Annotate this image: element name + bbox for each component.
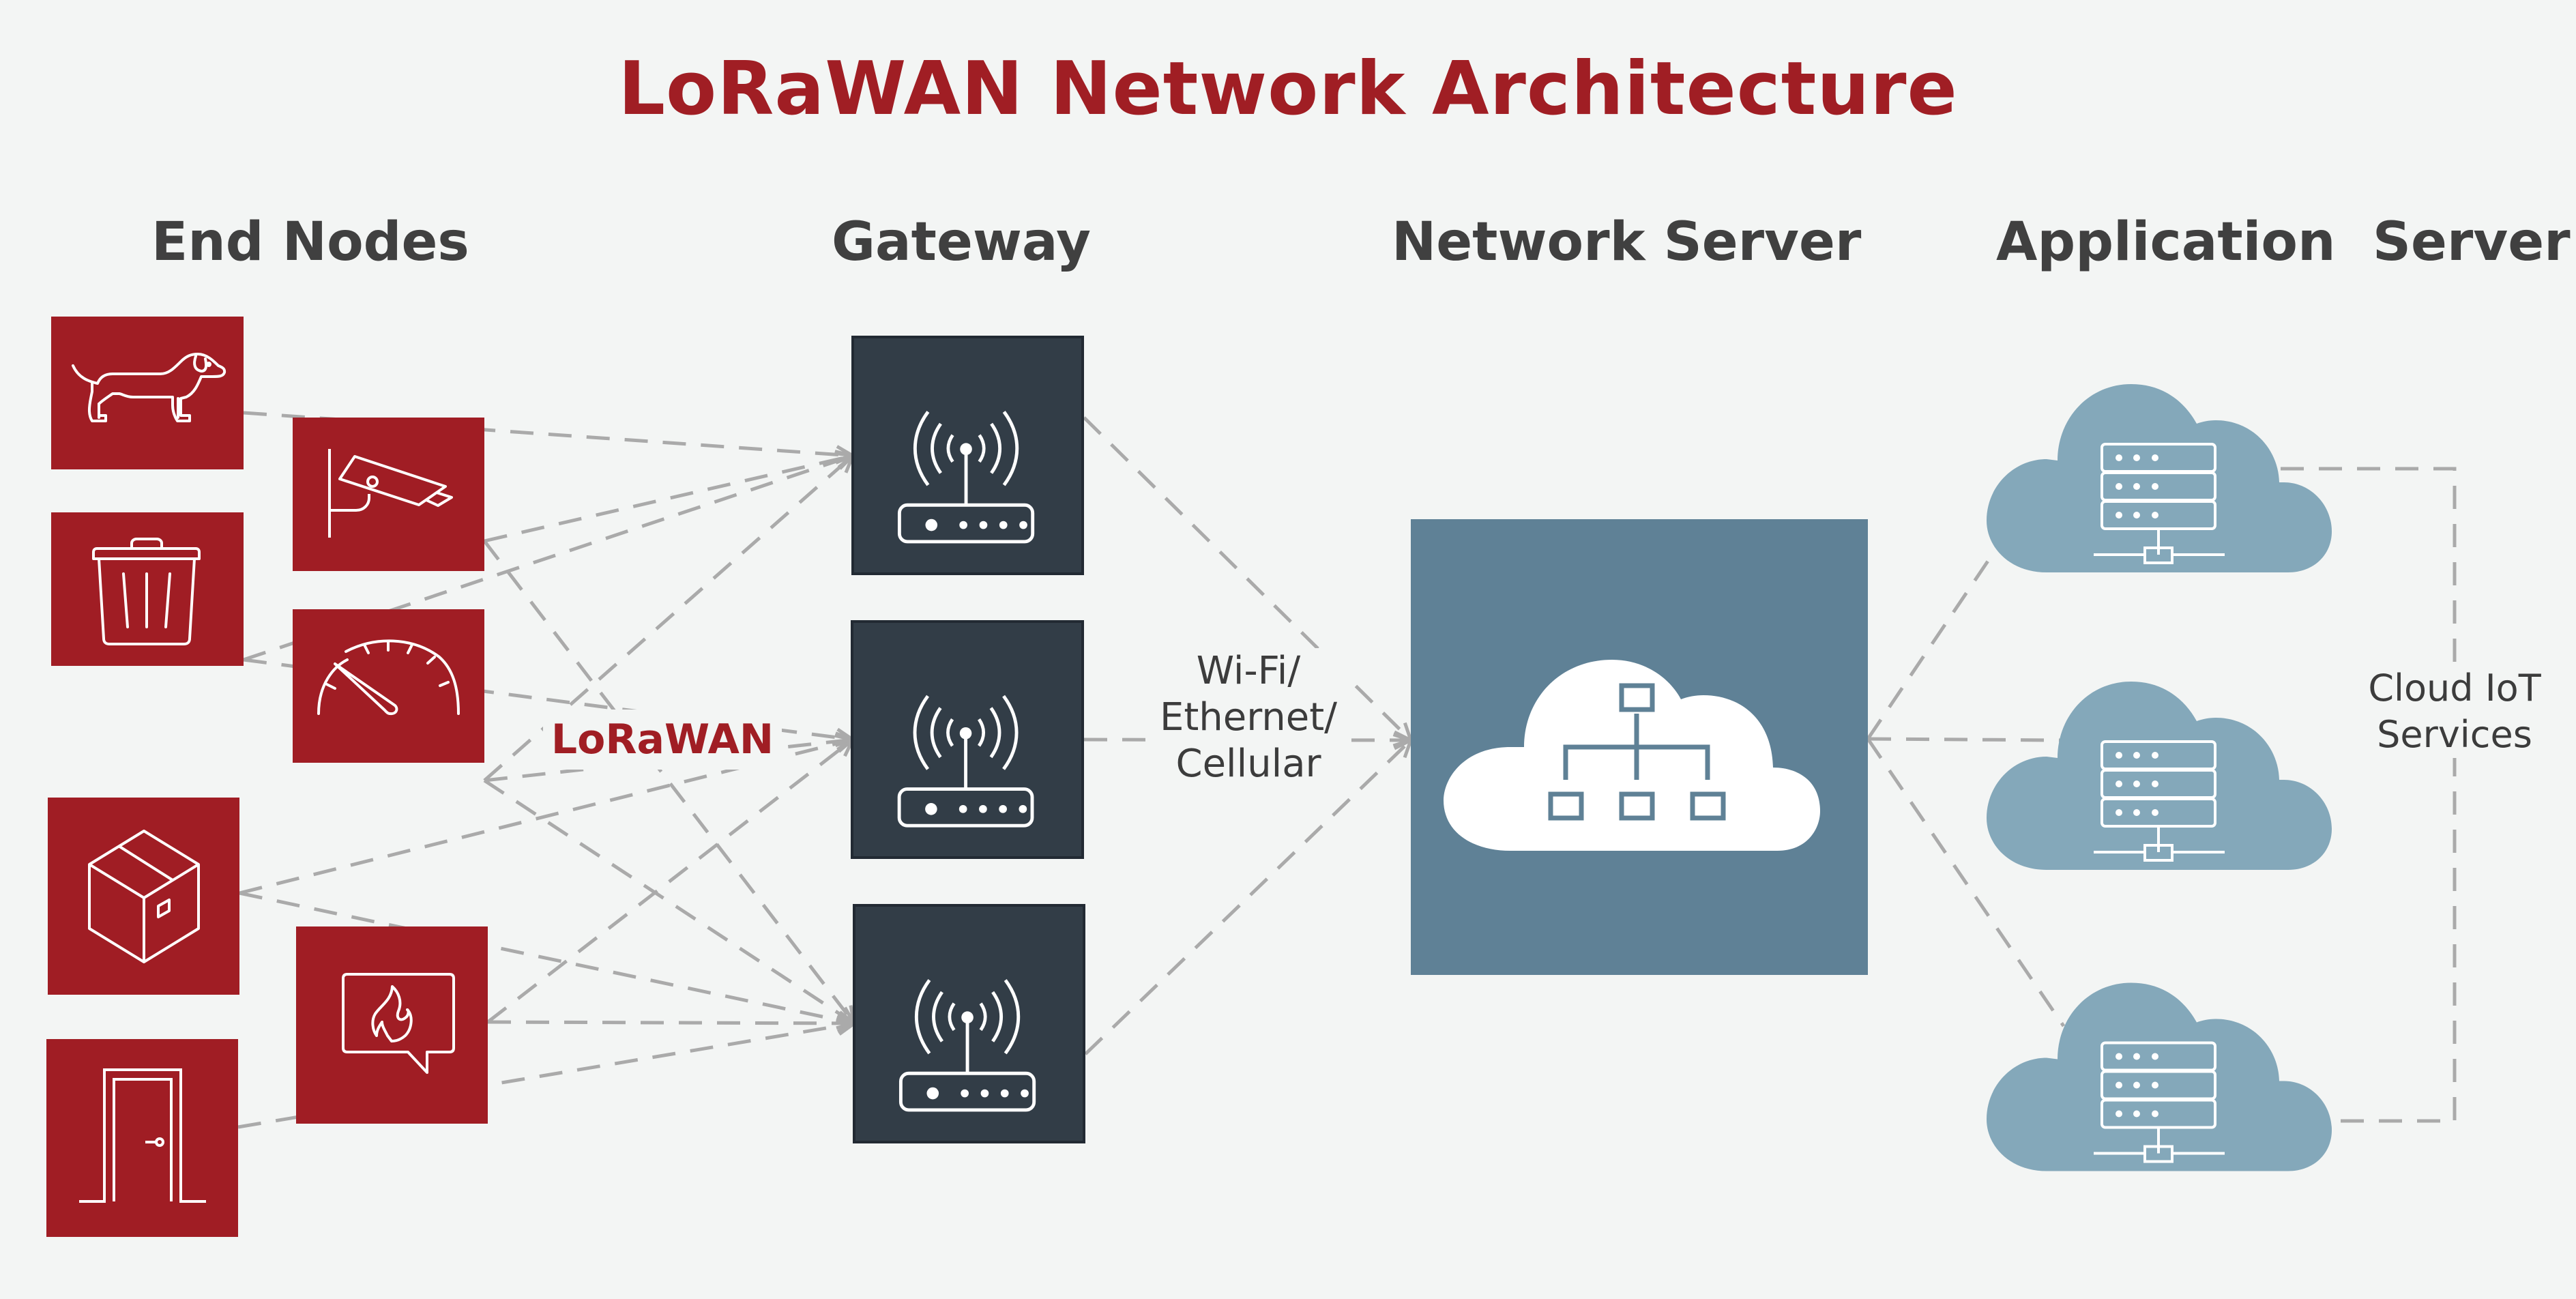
gateway-1[interactable] <box>851 336 1084 575</box>
cloud-iot-label-line: Cloud IoT <box>2368 667 2541 710</box>
router-antenna-icon <box>897 411 1035 544</box>
backhaul-label-line: Cellular <box>1175 742 1321 786</box>
lora-link-camera-gw1 <box>484 456 853 543</box>
app-link-app1 <box>1866 551 1996 740</box>
cloud-server-rack-icon <box>1987 682 2332 870</box>
dog-icon <box>72 353 226 422</box>
column-header-end-nodes: End Nodes <box>151 211 469 273</box>
end-node-gauge[interactable] <box>293 609 484 763</box>
backhaul-label: Wi-Fi/ Ethernet/ Cellular <box>1146 648 1351 787</box>
gateway-3[interactable] <box>853 904 1085 1143</box>
end-node-door[interactable] <box>46 1039 238 1237</box>
lora-link-fire-gw2 <box>486 740 853 1023</box>
end-node-dog[interactable] <box>51 317 244 469</box>
column-header-application-server: Application Server <box>1996 211 2571 273</box>
application-server-2[interactable] <box>1987 682 2332 877</box>
package-icon <box>88 830 200 963</box>
backhaul-label-line: Wi-Fi/ <box>1196 649 1301 693</box>
end-node-box[interactable] <box>48 798 239 995</box>
fire-alarm-icon <box>342 973 455 1074</box>
application-server-1[interactable] <box>1987 384 2332 580</box>
gateway-2[interactable] <box>851 620 1084 859</box>
cloud-iot-label-line: Services <box>2377 713 2532 756</box>
column-header-gateway: Gateway <box>832 211 1091 273</box>
router-antenna-icon <box>897 695 1034 828</box>
application-server-3[interactable] <box>1987 982 2332 1179</box>
end-node-fire[interactable] <box>296 926 488 1124</box>
architecture-diagram: LoRaWAN Network Architecture End Nodes G… <box>0 0 2576 1299</box>
door-icon <box>79 1068 206 1203</box>
diagram-title: LoRaWAN Network Architecture <box>618 46 1958 132</box>
lorawan-protocol-label: LoRaWAN <box>543 710 782 770</box>
speedometer-icon <box>317 639 460 716</box>
cloud-server-rack-icon <box>1987 384 2332 572</box>
router-antenna-icon <box>898 979 1036 1112</box>
cloud-server-rack-icon <box>1987 982 2332 1171</box>
backhaul-label-line: Ethernet/ <box>1159 695 1338 740</box>
end-node-trash[interactable] <box>51 512 244 666</box>
trash-bin-icon <box>92 538 201 645</box>
security-camera-icon <box>328 449 453 538</box>
network-server[interactable] <box>1411 519 1868 975</box>
cloud-network-hierarchy-icon <box>1444 660 1820 851</box>
backhaul-link-gw3 <box>1084 740 1411 1055</box>
column-header-network-server: Network Server <box>1392 211 1862 273</box>
end-node-camera[interactable] <box>293 418 484 571</box>
lora-link-fire-gw3 <box>487 1022 854 1023</box>
cloud-iot-services-label: Cloud IoT Services <box>2347 665 2562 758</box>
